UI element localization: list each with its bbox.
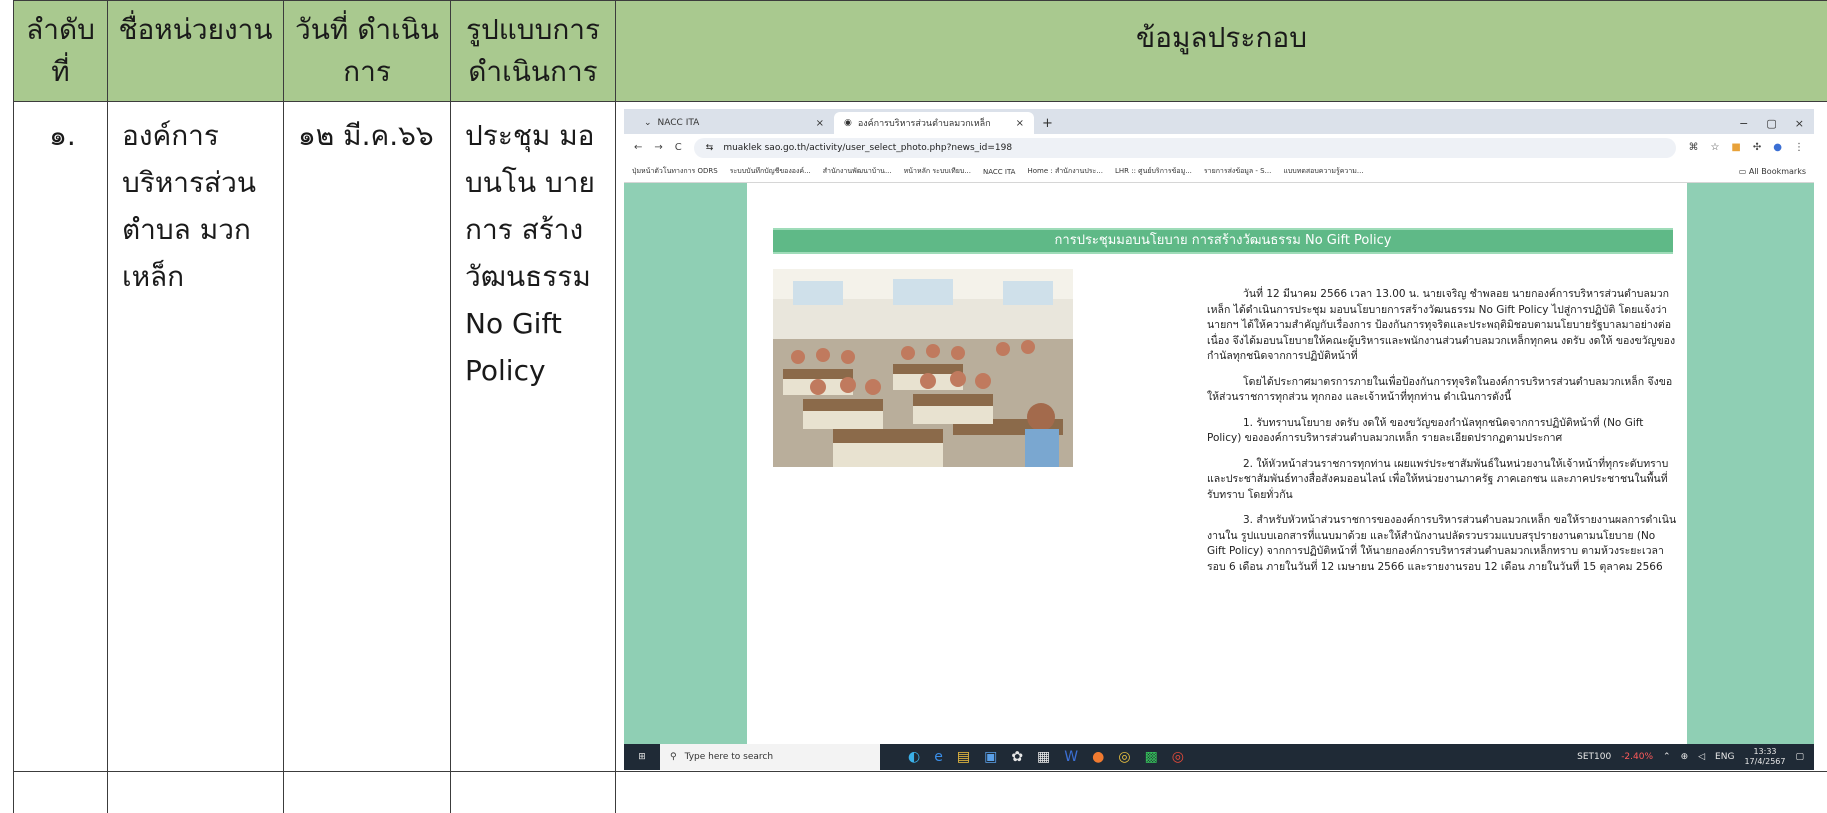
word-icon[interactable]: W — [1064, 749, 1078, 765]
row-format: ประชุม มอบนโน บายการ สร้าง วัฒนธรรม No G… — [450, 101, 616, 772]
header-agency: ชื่อหน่วยงาน — [107, 0, 284, 102]
window-controls: − ▢ × — [1739, 112, 1814, 134]
web-page: การประชุมมอบนโยบาย การสร้างวัฒนธรรม No G… — [747, 183, 1687, 749]
header-format: รูปแบบการ ดำเนินการ — [450, 0, 616, 102]
reload-icon[interactable]: C — [675, 142, 682, 153]
bookmark-item[interactable]: LHR :: ศูนย์บริการข้อมู... — [1115, 166, 1192, 177]
close-window-icon[interactable]: × — [1795, 117, 1804, 130]
close-icon[interactable]: × — [1016, 118, 1024, 129]
windows-taskbar: ⊞ ⚲ Type here to search ◐ e ▤ ▣ ✿ ▦ W ● … — [624, 744, 1814, 770]
bookmark-item[interactable]: NACC ITA — [983, 168, 1016, 176]
bookmark-item[interactable]: Home : สำนักงานประ... — [1027, 166, 1102, 177]
evidence-screenshot-cell: ⌄ NACC ITA × ◉ องค์การบริหารส่วนตำบลมวกเ… — [615, 101, 1827, 772]
chrome-icon[interactable]: ◎ — [1118, 749, 1130, 765]
back-icon[interactable]: ← — [634, 142, 642, 153]
report-sheet: ลำดับ ที่ ชื่อหน่วยงาน วันที่ ดำเนินการ … — [13, 0, 1827, 813]
extension-icon[interactable]: ■ — [1731, 142, 1740, 153]
article-paragraph: วันที่ 12 มีนาคม 2566 เวลา 13.00 น. นายเ… — [1207, 288, 1676, 362]
line-icon[interactable]: ▩ — [1145, 749, 1158, 765]
close-icon[interactable]: × — [816, 118, 824, 129]
taskbar-search-input[interactable]: ⚲ Type here to search — [660, 744, 880, 770]
table-row: ๑. องค์การ บริหารส่วน ตำบล มวกเหล็ก ๑๒ ม… — [13, 101, 1827, 772]
empty-cell — [107, 771, 284, 813]
url-text: muaklek sao.go.th/activity/user_select_p… — [723, 142, 1013, 153]
article-title: การประชุมมอบนโยบาย การสร้างวัฒนธรรม No G… — [773, 228, 1673, 254]
tray-chevron-icon[interactable]: ⌃ — [1663, 752, 1671, 762]
profile-icon[interactable]: ● — [1773, 142, 1782, 153]
clock-date: 17/4/2567 — [1744, 757, 1786, 766]
bookmarks-bar: ปุ่มหน้าตัวโนทางการ ODRS ระบบบันทึกบัญชี… — [624, 161, 1814, 183]
tab-label: NACC ITA — [657, 118, 700, 128]
header-order: ลำดับ ที่ — [13, 0, 108, 102]
stock-change: -2.40% — [1621, 752, 1654, 762]
volume-icon[interactable]: ◁ — [1698, 752, 1705, 762]
settings-icon[interactable]: ✿ — [1011, 749, 1023, 765]
translate-icon[interactable]: ⌘ — [1688, 142, 1698, 153]
bookmark-item[interactable]: หน้าหลัก ระบบเทียบ... — [904, 166, 971, 177]
globe-icon: ◉ — [844, 118, 852, 128]
folder-icon: ▭ — [1738, 167, 1747, 176]
search-icon: ⚲ — [670, 752, 677, 762]
address-bar: ← → C ⇆ muaklek sao.go.th/activity/user_… — [624, 134, 1814, 161]
row-order: ๑. — [13, 101, 108, 772]
article-paragraph: 2. ให้หัวหน้าส่วนราชการทุกท่าน เผยแพร่ปร… — [1207, 457, 1669, 501]
all-bookmarks-button[interactable]: ▭ All Bookmarks — [1739, 167, 1806, 176]
star-icon[interactable]: ☆ — [1710, 142, 1719, 153]
bookmark-item[interactable]: แบบทดสอบความรู้ความ... — [1283, 166, 1363, 177]
empty-cell — [13, 771, 108, 813]
article-paragraph: 1. รับทราบนโยบาย งดรับ งดให้ ของขวัญของก… — [1207, 416, 1644, 445]
empty-cell — [283, 771, 451, 813]
minimize-icon[interactable]: − — [1739, 117, 1748, 130]
clock[interactable]: 13:33 17/4/2567 — [1744, 747, 1785, 767]
taskbar-apps: ◐ e ▤ ▣ ✿ ▦ W ● ◎ ▩ ◎ — [880, 749, 1184, 765]
bookmark-item[interactable]: สำนักงานพัฒนาบ้าน... — [823, 166, 892, 177]
network-icon[interactable]: ⊕ — [1681, 752, 1689, 762]
browser-tab-bar: ⌄ NACC ITA × ◉ องค์การบริหารส่วนตำบลมวกเ… — [624, 109, 1814, 134]
windows-start-icon[interactable]: ⊞ — [624, 752, 660, 762]
web-viewport: การประชุมมอบนโยบาย การสร้างวัฒนธรรม No G… — [624, 183, 1814, 749]
system-tray: SET100 -2.40% ⌃ ⊕ ◁ ENG 13:33 17/4/2567 — [1577, 747, 1814, 767]
calculator-icon[interactable]: ▦ — [1037, 749, 1050, 765]
site-info-icon: ⇆ — [705, 142, 714, 153]
new-tab-button[interactable]: + — [1034, 112, 1061, 134]
clock-time: 13:33 — [1753, 747, 1777, 756]
notification-icon[interactable]: ▢ — [1795, 752, 1804, 762]
bookmark-item[interactable]: ปุ่มหน้าตัวโนทางการ ODRS — [632, 166, 718, 177]
header-info: ข้อมูลประกอบ — [615, 0, 1827, 102]
language-indicator[interactable]: ENG — [1715, 752, 1734, 762]
maximize-icon[interactable]: ▢ — [1766, 117, 1776, 130]
article-paragraph: โดยได้ประกาศมาตรการภายในเพื่อป้องกันการท… — [1207, 375, 1673, 404]
table-row-empty — [13, 771, 1827, 813]
browser-window-screenshot: ⌄ NACC ITA × ◉ องค์การบริหารส่วนตำบลมวกเ… — [624, 109, 1814, 770]
header-date: วันที่ ดำเนินการ — [283, 0, 451, 102]
edge-icon[interactable]: ◐ — [908, 749, 920, 765]
report-table: ลำดับ ที่ ชื่อหน่วยงาน วันที่ ดำเนินการ … — [13, 0, 1827, 813]
article-paragraph: 3. สำหรับหัวหน้าส่วนราชการขององค์การบริห… — [1207, 514, 1677, 573]
empty-cell — [450, 771, 616, 813]
file-explorer-icon[interactable]: ▤ — [957, 749, 970, 765]
stock-ticker: SET100 — [1577, 752, 1612, 762]
menu-icon[interactable]: ⋮ — [1794, 142, 1804, 153]
all-bookmarks-label: All Bookmarks — [1748, 167, 1806, 176]
meeting-room-illustration — [773, 269, 1073, 467]
forward-icon[interactable]: → — [654, 142, 662, 153]
ie-icon[interactable]: e — [934, 749, 943, 765]
article-body: วันที่ 12 มีนาคม 2566 เวลา 13.00 น. นายเ… — [1207, 287, 1677, 585]
store-icon[interactable]: ▣ — [984, 749, 997, 765]
row-agency: องค์การ บริหารส่วน ตำบล มวกเหล็ก — [107, 101, 284, 772]
bookmark-item[interactable]: รายการส่งข้อมูล - S... — [1204, 166, 1271, 177]
meeting-photo — [773, 269, 1073, 467]
tab-nacc-ita[interactable]: ⌄ NACC ITA × — [634, 112, 834, 134]
chevron-down-icon: ⌄ — [644, 118, 652, 128]
url-field[interactable]: ⇆ muaklek sao.go.th/activity/user_select… — [693, 137, 1677, 158]
empty-cell — [615, 771, 1827, 813]
puzzle-icon[interactable]: ✣ — [1753, 142, 1761, 153]
row-date: ๑๒ มี.ค.๖๖ — [283, 101, 451, 772]
taskbar-search-placeholder: Type here to search — [684, 752, 774, 762]
chrome-active-icon[interactable]: ◎ — [1172, 749, 1184, 765]
tab-muaklek[interactable]: ◉ องค์การบริหารส่วนตำบลมวกเหล็ก × — [834, 112, 1034, 134]
tab-label: องค์การบริหารส่วนตำบลมวกเหล็ก — [857, 119, 991, 129]
bookmark-item[interactable]: ระบบบันทึกบัญชีขององค์... — [730, 166, 811, 177]
firefox-icon[interactable]: ● — [1092, 749, 1104, 765]
